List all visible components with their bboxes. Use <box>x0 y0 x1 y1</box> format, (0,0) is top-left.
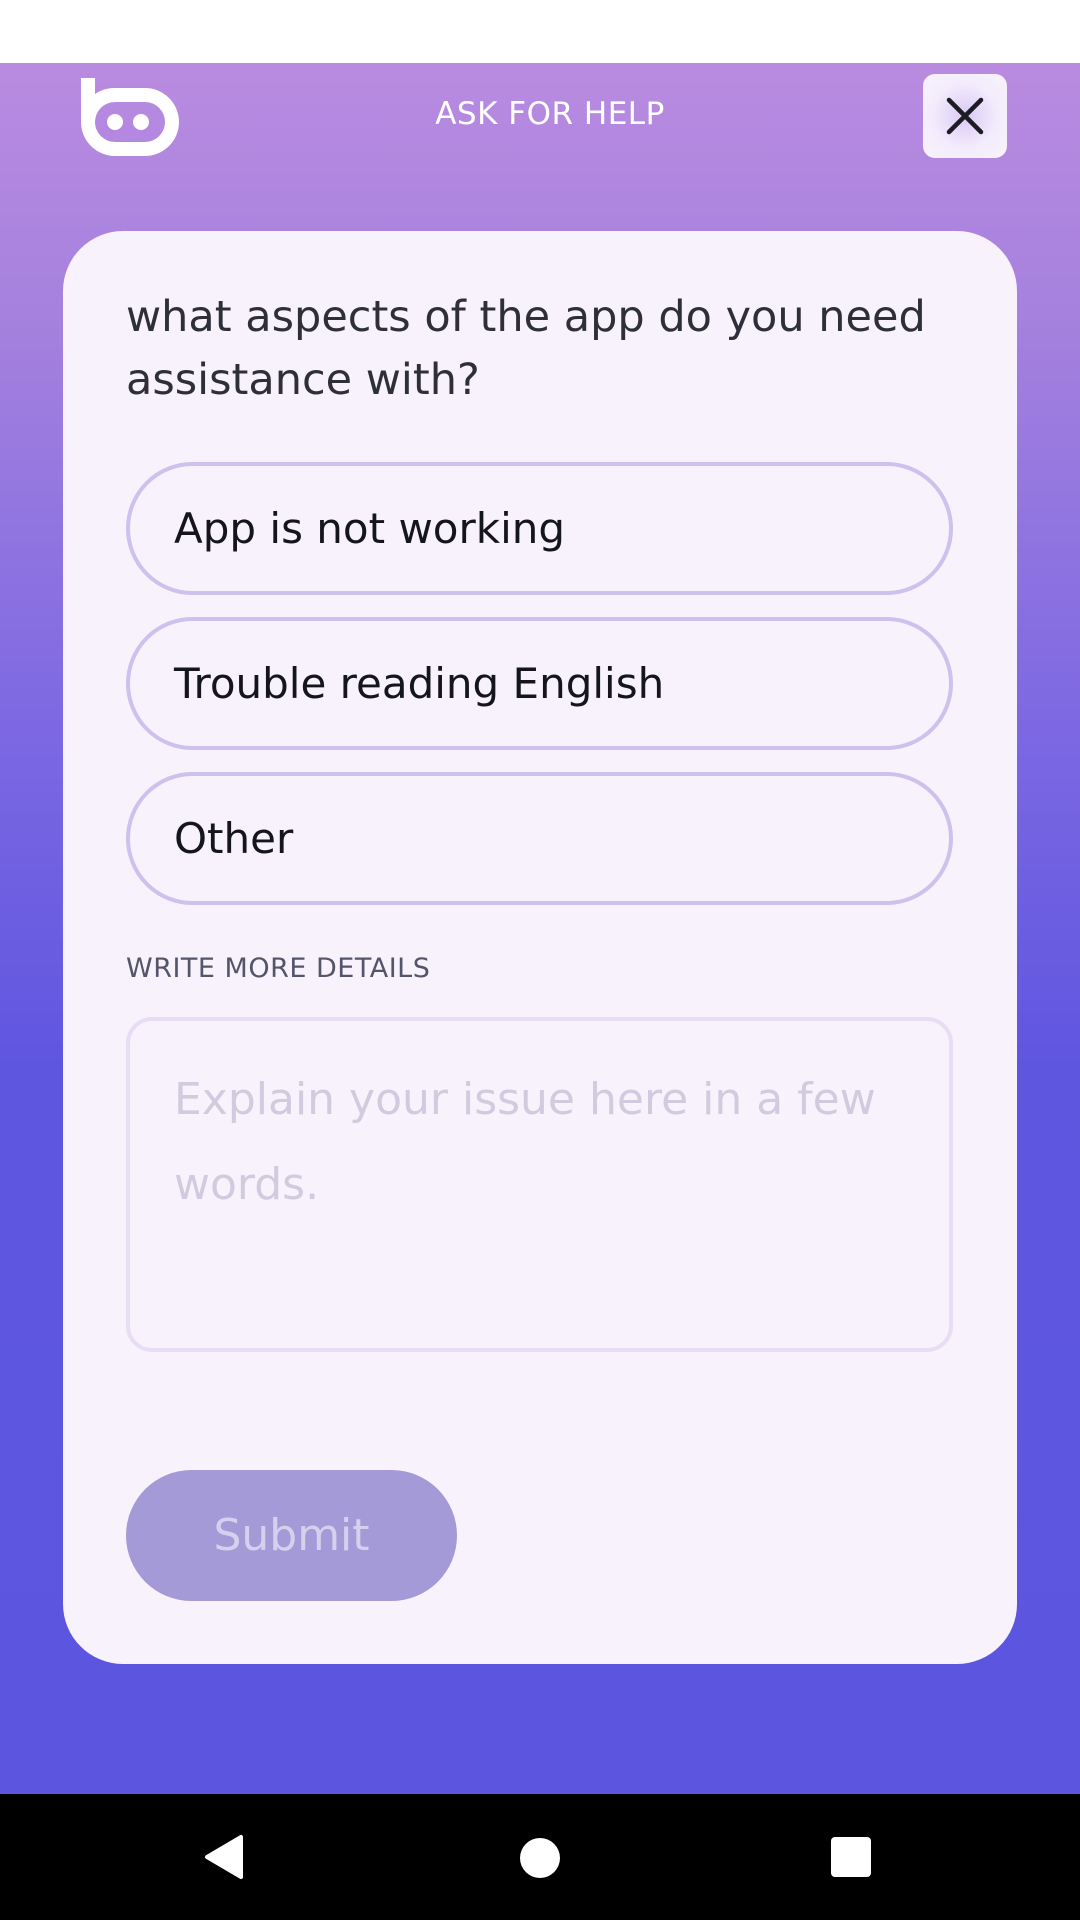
option-label: Trouble reading English <box>174 659 665 708</box>
recents-square-icon[interactable] <box>831 1837 871 1877</box>
option-label: Other <box>174 814 294 863</box>
back-triangle-icon[interactable] <box>203 1834 245 1880</box>
details-placeholder: Explain your issue here in a few words. <box>174 1074 876 1210</box>
details-label: WRITE MORE DETAILS <box>126 953 431 984</box>
submit-button[interactable]: Submit <box>126 1470 457 1601</box>
close-icon <box>946 97 984 135</box>
status-bar <box>0 0 1080 63</box>
option-trouble-reading-english[interactable]: Trouble reading English <box>126 617 953 750</box>
close-button[interactable] <box>923 74 1007 158</box>
page-title: ASK FOR HELP <box>435 96 665 132</box>
help-form-card <box>63 231 1017 1664</box>
option-label: App is not working <box>174 504 566 553</box>
home-circle-icon[interactable] <box>520 1838 560 1878</box>
question-text: what aspects of the app do you need assi… <box>126 292 926 405</box>
app-logo-icon <box>73 78 179 156</box>
details-textarea[interactable]: Explain your issue here in a few words. <box>126 1017 953 1352</box>
option-app-not-working[interactable]: App is not working <box>126 462 953 595</box>
option-other[interactable]: Other <box>126 772 953 905</box>
